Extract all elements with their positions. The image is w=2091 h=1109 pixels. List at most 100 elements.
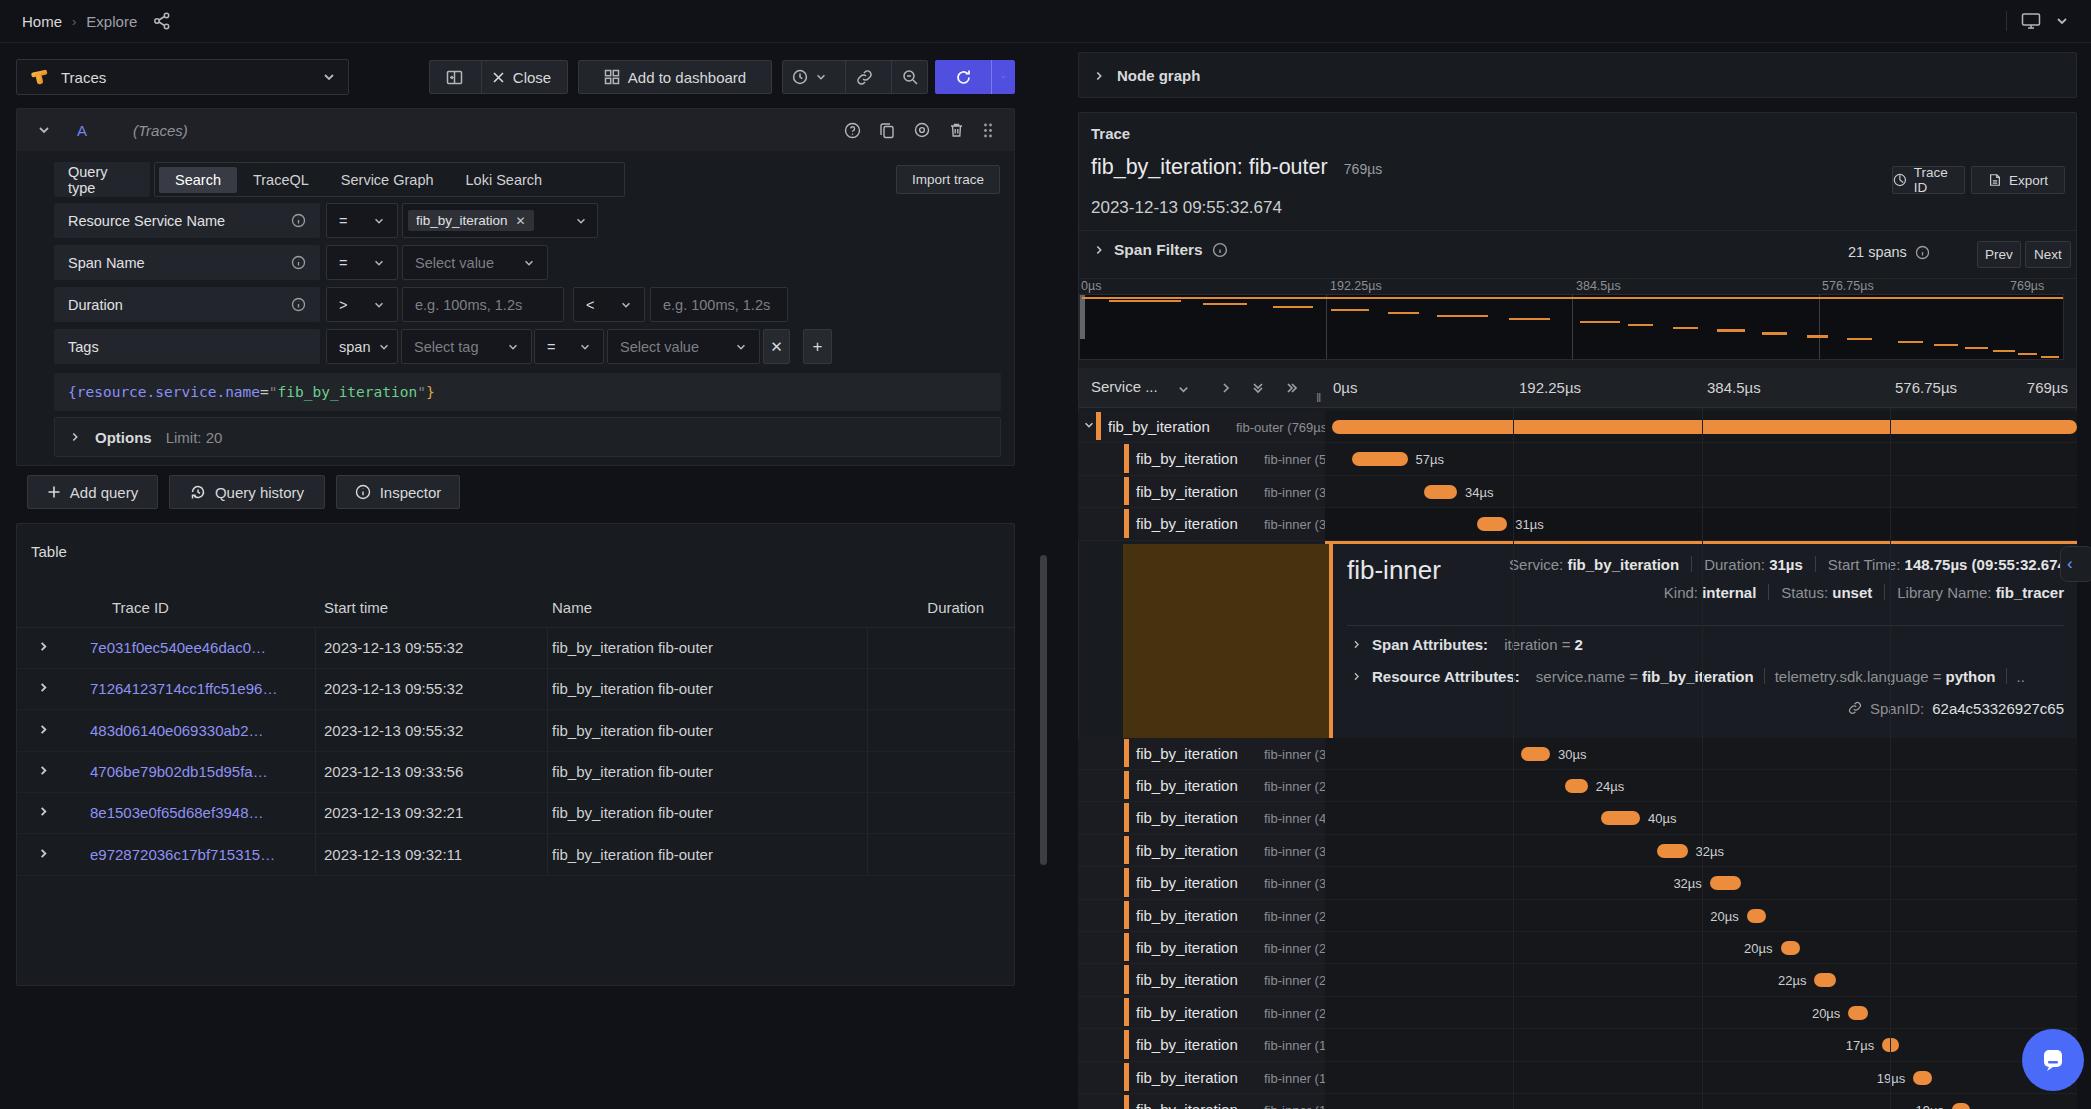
add-to-dashboard-button[interactable]: Add to dashboard	[578, 60, 772, 94]
span-row[interactable]: fib_by_iterationfib-inner (19µs)19µs	[1078, 1094, 2077, 1109]
resource-attributes-row[interactable]: Resource Attributes: service.name =fib_b…	[1351, 668, 2064, 685]
left-pane-scrollbar[interactable]	[1040, 555, 1047, 865]
span-bar[interactable]	[1521, 747, 1550, 761]
query-drag-handle-icon[interactable]	[982, 122, 994, 139]
span-bar[interactable]	[1781, 941, 1800, 955]
span-row[interactable]: fib_by_iterationfib-inner (22µs)22µs	[1078, 964, 2077, 996]
span-row[interactable]: fib_by_iterationfib-inner (32µs)32µs	[1078, 835, 2077, 867]
query-delete-icon[interactable]	[949, 122, 964, 138]
row-expand-icon[interactable]	[37, 764, 50, 777]
span-bar[interactable]	[1601, 811, 1640, 825]
tags-add-button[interactable]: +	[803, 329, 832, 364]
rsn-operator-select[interactable]: =	[326, 203, 398, 238]
tags-remove-button[interactable]: ✕	[763, 329, 790, 364]
table-row[interactable]: 483d06140e069330ab2… 2023-12-13 09:55:32…	[17, 711, 1014, 752]
span-name-operator-select[interactable]: =	[326, 245, 398, 280]
query-collapse-icon[interactable]	[37, 123, 51, 137]
span-bar[interactable]	[1913, 1071, 1931, 1085]
span-bar[interactable]	[1565, 779, 1588, 793]
span-bar[interactable]	[1747, 909, 1766, 923]
span-bar[interactable]	[1657, 844, 1688, 858]
breadcrumb-explore[interactable]: Explore	[86, 13, 137, 30]
span-row[interactable]: fib_by_iterationfib-inner (20µs)20µs	[1078, 900, 2077, 932]
time-picker-button[interactable]	[782, 61, 837, 93]
options-row[interactable]: Options Limit: 20	[54, 417, 1001, 457]
span-row[interactable]: fib_by_iterationfib-inner (17µs)17µs	[1078, 1029, 2077, 1061]
collapse-detail-button[interactable]: ‹	[2060, 546, 2091, 582]
expand-all-icon[interactable]	[1285, 381, 1299, 395]
col-duration[interactable]: Duration	[927, 599, 984, 616]
span-bar[interactable]	[1848, 1006, 1867, 1020]
span-row[interactable]: fib_by_iterationfib-inner (30µs)30µs	[1078, 738, 2077, 770]
span-row[interactable]: fib_by_iterationfib-inner (20µs)20µs	[1078, 932, 2077, 964]
trace-id-link[interactable]: 7e031f0ec540ee46dac0…	[90, 639, 266, 656]
span-collapse-icon[interactable]	[1083, 419, 1095, 431]
split-pane-button[interactable]	[436, 61, 473, 93]
run-query-button[interactable]	[935, 60, 991, 94]
column-resizer[interactable]: ‖	[1316, 390, 1321, 405]
trace-id-link[interactable]: 483d06140e069330ab2…	[90, 722, 264, 739]
table-row[interactable]: e972872036c17bf715315… 2023-12-13 09:32:…	[17, 835, 1014, 876]
row-expand-icon[interactable]	[37, 681, 50, 694]
trace-id-link[interactable]: 71264123714cc1ffc51e96…	[90, 680, 277, 697]
duration-max-input[interactable]: e.g. 100ms, 1.2s	[650, 287, 788, 322]
chat-bubble-button[interactable]	[2022, 1029, 2084, 1091]
nav-chevron-down-icon[interactable]	[2055, 14, 2069, 28]
add-query-button[interactable]: Add query	[27, 475, 158, 509]
rsn-value-chip[interactable]: fib_by_iteration✕	[408, 210, 534, 231]
query-history-button[interactable]: Query history	[169, 475, 325, 509]
collapse-all-icon[interactable]	[1251, 381, 1265, 395]
tab-traceql[interactable]: TraceQL	[237, 167, 325, 193]
trace-minimap[interactable]	[1079, 294, 2064, 360]
span-row[interactable]: fib_by_iterationfib-inner (40µs)40µs	[1078, 802, 2077, 834]
span-row[interactable]: fib_by_iterationfib-inner (57µs)57µs	[1078, 443, 2077, 475]
rsn-value-select[interactable]: fib_by_iteration✕	[402, 203, 598, 238]
tab-service-graph[interactable]: Service Graph	[325, 167, 450, 193]
expand-one-icon[interactable]	[1219, 381, 1233, 395]
query-help-icon[interactable]	[844, 122, 861, 139]
trace-id-link[interactable]: 8e1503e0f65d68ef3948…	[90, 804, 264, 821]
span-attributes-row[interactable]: Span Attributes: iteration =2	[1351, 636, 1583, 653]
tags-tag-select[interactable]: Select tag	[401, 329, 532, 364]
span-bar[interactable]	[1952, 1103, 1970, 1109]
import-trace-button[interactable]: Import trace	[896, 165, 1000, 194]
datasource-picker[interactable]: Traces	[16, 59, 349, 95]
row-expand-icon[interactable]	[37, 847, 50, 860]
duration-min-input[interactable]: e.g. 100ms, 1.2s	[402, 287, 564, 322]
row-expand-icon[interactable]	[37, 640, 50, 653]
trace-id-link[interactable]: 4706be79b02db15d95fa…	[90, 763, 268, 780]
node-graph-header[interactable]: Node graph	[1079, 53, 2076, 98]
table-row[interactable]: 8e1503e0f65d68ef3948… 2023-12-13 09:32:2…	[17, 793, 1014, 834]
trace-id-link[interactable]: e972872036c17bf715315…	[90, 846, 275, 863]
table-row[interactable]: 7e031f0ec540ee46dac0… 2023-12-13 09:55:3…	[17, 628, 1014, 669]
span-bar[interactable]	[1477, 517, 1507, 531]
share-icon[interactable]	[153, 12, 171, 30]
minimap-drag-handle[interactable]	[1080, 295, 1085, 339]
span-bar[interactable]	[1710, 876, 1741, 890]
query-row-header[interactable]: A (Traces)	[17, 109, 1014, 151]
duration-gt-select[interactable]: >	[326, 287, 398, 322]
tags-operator-select[interactable]: =	[534, 329, 604, 364]
span-row[interactable]: fib_by_iterationfib-inner (31µs)31µs	[1078, 508, 2077, 540]
link-icon[interactable]	[1848, 701, 1862, 715]
run-query-dropdown[interactable]	[991, 60, 1015, 94]
duration-lt-select[interactable]: <	[573, 287, 645, 322]
span-name-value-select[interactable]: Select value	[402, 245, 548, 280]
close-split-button[interactable]: Close	[481, 61, 561, 93]
trace-id-button[interactable]: Trace ID	[1892, 166, 1965, 194]
table-row[interactable]: 71264123714cc1ffc51e96… 2023-12-13 09:55…	[17, 669, 1014, 710]
col-name[interactable]: Name	[552, 599, 592, 616]
span-row[interactable]: fib_by_iterationfib-inner (32µs)32µs	[1078, 867, 2077, 899]
export-button[interactable]: Export	[1971, 166, 2065, 194]
tab-search[interactable]: Search	[159, 167, 237, 193]
service-column-header[interactable]: Service ...	[1091, 378, 1158, 395]
query-disable-icon[interactable]	[913, 122, 931, 138]
tab-loki-search[interactable]: Loki Search	[450, 167, 559, 193]
span-bar[interactable]	[1424, 485, 1457, 499]
chip-remove-icon[interactable]: ✕	[516, 214, 526, 228]
span-bar[interactable]	[1814, 973, 1835, 987]
row-expand-icon[interactable]	[37, 723, 50, 736]
monitor-icon[interactable]	[2021, 12, 2041, 30]
tags-scope-select[interactable]: span	[326, 329, 398, 364]
col-trace-id[interactable]: Trace ID	[112, 599, 169, 616]
